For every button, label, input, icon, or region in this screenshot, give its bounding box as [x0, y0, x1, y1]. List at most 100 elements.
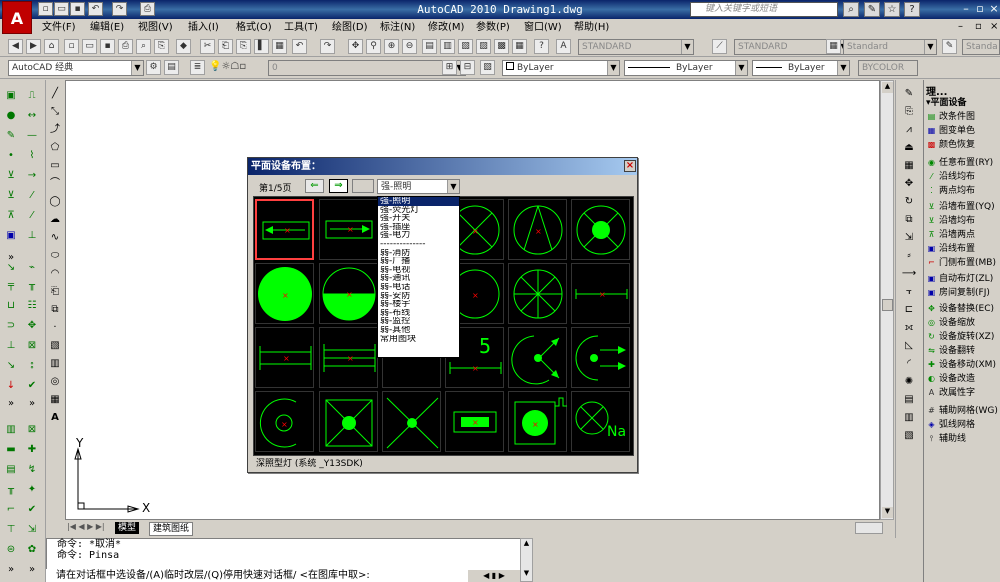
dim-style-icon[interactable]: ⟋: [712, 39, 727, 54]
sheet-set-icon[interactable]: ▨: [476, 39, 491, 54]
symbol-cell[interactable]: [571, 327, 630, 388]
scroll-thumb[interactable]: [882, 299, 893, 311]
tool-icon-16[interactable]: ⊥: [24, 228, 40, 244]
menu-view[interactable]: 视图(V): [138, 21, 173, 34]
tool-icon-36[interactable]: ↯: [24, 462, 40, 478]
redo-tool-icon[interactable]: ↷: [320, 39, 335, 54]
dropdown-option[interactable]: 弱-监控: [378, 317, 459, 326]
symbol-cell[interactable]: ×: [255, 327, 314, 388]
palette-item[interactable]: ▦ 图变单色: [926, 124, 975, 138]
layer-state-icons[interactable]: 💡☼☖▫: [209, 61, 246, 72]
palette-item[interactable]: ◎ 设备缩放: [926, 316, 975, 330]
draworder-front-icon[interactable]: ▥: [901, 410, 917, 426]
tool-icon-18[interactable]: ╤: [3, 278, 19, 294]
text-style-icon[interactable]: A: [556, 39, 571, 54]
palette-item[interactable]: ⊼ 沿墙两点: [926, 228, 975, 242]
polygon-icon[interactable]: ⬠: [47, 140, 63, 156]
dropdown-option[interactable]: 弱-电视: [378, 266, 459, 275]
symbol-cell[interactable]: [571, 199, 630, 260]
scroll-down-icon[interactable]: ▼: [882, 507, 893, 518]
layer-previous-icon[interactable]: ⊟: [460, 60, 475, 75]
close-icon[interactable]: ×: [986, 2, 1000, 17]
pline-icon[interactable]: ⤴: [47, 122, 63, 138]
calculator-icon[interactable]: ▦: [512, 39, 527, 54]
layer-select[interactable]: 0▼: [268, 60, 466, 76]
tool-icon-26[interactable]: ☷: [24, 298, 40, 314]
break-point-icon[interactable]: ⫟: [901, 284, 917, 300]
category-dropdown-list[interactable]: 强-照明 强-荧光灯 强-开关 强-插座 强-电力 --------------…: [377, 196, 460, 358]
text-style-select[interactable]: STANDARD ▼: [578, 39, 694, 55]
symbol-cell[interactable]: ×: [255, 263, 314, 324]
dropdown-option[interactable]: 弱-通讯: [378, 274, 459, 283]
palette-item[interactable]: ✚ 设备移动(XM): [926, 358, 996, 372]
tool-icon-37[interactable]: ╥: [3, 482, 19, 498]
zoom-previous-icon[interactable]: ⊖: [402, 39, 417, 54]
menu-help[interactable]: 帮助(H): [574, 21, 609, 34]
layer-states-icon[interactable]: ▧: [480, 60, 495, 75]
fillet-icon[interactable]: ◜: [901, 356, 917, 372]
dropdown-option[interactable]: 弱-其他: [378, 326, 459, 335]
region-icon[interactable]: ◎: [47, 374, 63, 390]
palette-item[interactable]: ◈ 弧线网格: [926, 418, 975, 432]
offset-icon[interactable]: ⏏: [901, 140, 917, 156]
table-style-icon[interactable]: ▦: [826, 39, 841, 54]
symbol-cell[interactable]: ×: [571, 263, 630, 324]
tool-icon-7[interactable]: •: [3, 148, 19, 164]
tool-icon-44[interactable]: ✿: [24, 542, 40, 558]
array-icon[interactable]: ▦: [901, 158, 917, 174]
undo-tool-icon[interactable]: ↶: [292, 39, 307, 54]
make-block-icon[interactable]: ⧉: [47, 302, 63, 318]
tool-icon-15[interactable]: ▣: [3, 228, 19, 244]
symbol-cell[interactable]: ×: [508, 391, 567, 452]
scroll-up-icon[interactable]: ▲: [521, 539, 532, 547]
tab-nav-icons[interactable]: |◀ ◀ ▶ ▶|: [67, 522, 105, 531]
palette-item[interactable]: ◉ 任意布置(RY): [926, 156, 993, 170]
rectangle-icon[interactable]: ▭: [47, 158, 63, 174]
tool-icon-40[interactable]: ✔: [24, 502, 40, 518]
home-icon[interactable]: ⌂: [44, 39, 59, 54]
tool-icon-31[interactable]: ▥: [3, 422, 19, 438]
prompt-scroll-icons[interactable]: ◀ ▮ ▶: [468, 570, 520, 582]
tool-icon-12[interactable]: ⁄: [24, 188, 40, 204]
dropdown-option[interactable]: 弱-安防: [378, 292, 459, 301]
multileader-icon[interactable]: ✎: [942, 39, 957, 54]
dropdown-option[interactable]: 常用图块: [378, 335, 459, 344]
palette-section-header[interactable]: ▾平面设备: [926, 96, 967, 110]
rotate-icon[interactable]: ↻: [901, 194, 917, 210]
lineweight-select[interactable]: ByLayer ▼: [752, 60, 850, 76]
forward-icon[interactable]: ▶: [26, 39, 41, 54]
workspace-save-icon[interactable]: ▤: [164, 60, 179, 75]
3d-icon[interactable]: ◆: [176, 39, 191, 54]
dropdown-option[interactable]: 弱-消防: [378, 249, 459, 258]
back-icon[interactable]: ◀: [8, 39, 23, 54]
copy-object-icon[interactable]: ⎘: [901, 104, 917, 120]
symbol-cell[interactable]: Na: [571, 391, 630, 452]
tool-icon-20[interactable]: ⊃: [3, 318, 19, 334]
tool-icon-17[interactable]: ↘: [3, 260, 19, 276]
gradient-icon[interactable]: ▥: [47, 356, 63, 372]
tool-icon-32[interactable]: ⊠: [24, 422, 40, 438]
join-icon[interactable]: ⟗: [901, 320, 917, 336]
ellipse-icon[interactable]: ⬭: [47, 248, 63, 264]
cut-icon[interactable]: ✂: [200, 39, 215, 54]
publish-icon[interactable]: ⎘: [154, 39, 169, 54]
tool-icon-27[interactable]: ✥: [24, 318, 40, 334]
zoom-realtime-icon[interactable]: ⚲: [366, 39, 381, 54]
menu-draw[interactable]: 绘图(D): [332, 21, 368, 34]
new-file-icon[interactable]: ▫: [38, 2, 53, 16]
tool-palette-icon[interactable]: ▧: [458, 39, 473, 54]
explode-icon[interactable]: ✺: [901, 374, 917, 390]
expand-icon[interactable]: »: [24, 396, 40, 412]
block-icon[interactable]: ▦: [272, 39, 287, 54]
tool-icon-21[interactable]: ⊥: [3, 338, 19, 354]
palette-item[interactable]: ↻ 设备旋转(XZ): [926, 330, 994, 344]
stretch-icon[interactable]: ⇲: [901, 230, 917, 246]
palette-item[interactable]: ▣ 沿线布置: [926, 242, 975, 256]
help-tool-icon[interactable]: ?: [534, 39, 549, 54]
doc-restore-icon[interactable]: ▫: [975, 21, 982, 32]
chamfer-icon[interactable]: ◺: [901, 338, 917, 354]
properties-icon[interactable]: ▤: [422, 39, 437, 54]
symbol-cell[interactable]: [382, 391, 441, 452]
expand-icon[interactable]: »: [3, 396, 19, 412]
tool-icon-25[interactable]: ╥: [24, 278, 40, 294]
